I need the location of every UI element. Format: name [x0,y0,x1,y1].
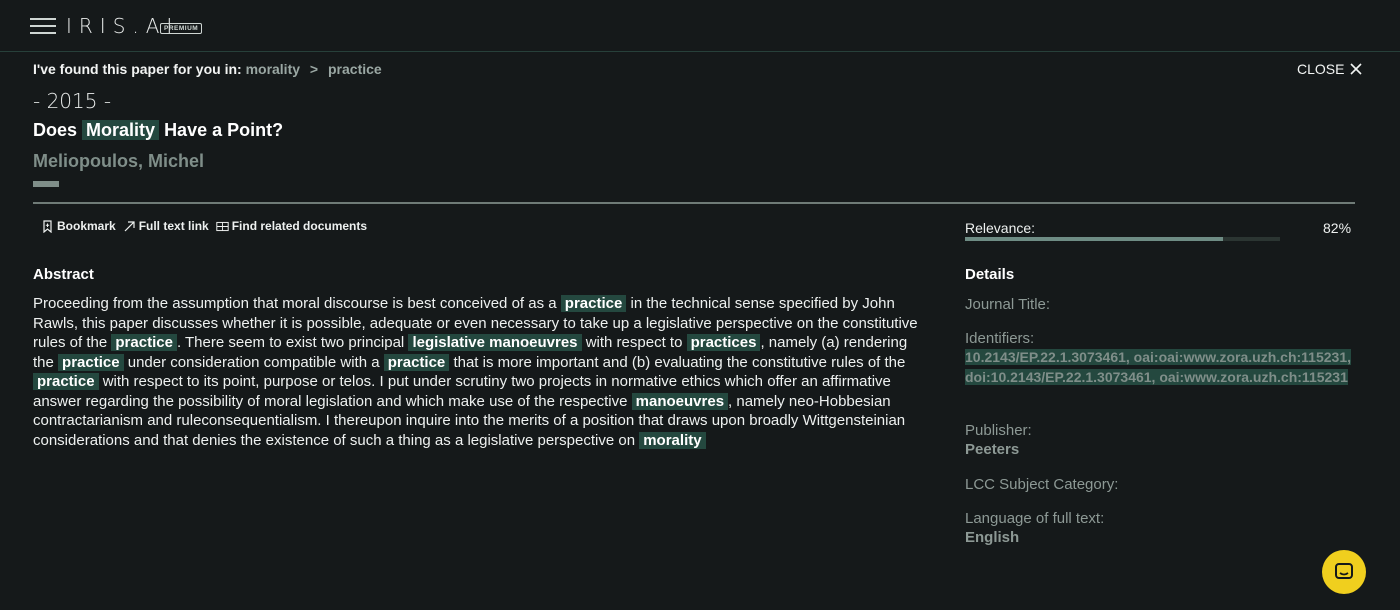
publisher-label: Publisher: [965,422,1032,439]
publisher-value: Peeters [965,441,1020,458]
breadcrumb-item-morality[interactable]: morality [246,61,300,77]
keyword-highlight: practice [58,353,124,371]
keyword-highlight: legislative manoeuvres [408,334,582,351]
full-text-link[interactable]: Full text link [123,219,209,233]
identifiers-label: Identifiers: [965,330,1035,347]
action-bar: Bookmark Full text link Find related doc… [41,219,367,233]
chat-button[interactable] [1322,550,1366,594]
abstract-segment: with respect to [581,334,687,351]
find-related-label: Find related documents [231,219,368,233]
menu-icon[interactable] [30,18,56,34]
identifiers-value: 10.2143/EP.22.1.3073461, oai:oai:www.zor… [965,349,1351,385]
title-highlight: Morality [82,120,160,140]
paper-title: Does Morality Have a Point? [33,120,284,140]
bookmark-button[interactable]: Bookmark [41,219,116,233]
keyword-highlight: practices [686,334,761,351]
keyword-highlight: practice [560,295,627,312]
bookmark-label: Bookmark [57,219,116,233]
author-underline [33,181,59,187]
breadcrumb-item-practice[interactable]: practice [328,61,382,77]
language-label: Language of full text: [965,510,1105,527]
breadcrumb-intro: I've found this paper for you in: [33,61,242,77]
chat-icon [1335,563,1353,579]
relevance-label: Relevance: [965,220,1036,236]
bookmark-icon [43,219,52,233]
relevance-bar [965,237,1280,241]
journal-title-label: Journal Title: [965,296,1051,313]
abstract-segment: under consideration compatible with a [123,353,384,371]
close-label: CLOSE [1297,61,1345,77]
close-icon [1350,63,1363,75]
breadcrumb: I've found this paper for you in: morali… [33,61,382,77]
details-heading: Details [965,266,1015,283]
relevance-value: 82% [1323,220,1352,236]
divider [33,202,1355,204]
language-value: English [965,529,1020,546]
abstract-segment: . There seem to exist two principal [176,334,409,351]
breadcrumb-separator: > [309,61,319,77]
keyword-highlight: practice [383,353,450,371]
top-bar: IRIS.AI PREMIUM [0,0,1400,52]
abstract-text: Proceeding from the assumption that mora… [33,294,918,450]
premium-badge: PREMIUM [160,23,203,34]
keyword-highlight: practice [33,373,99,390]
external-link-icon [124,220,135,231]
close-button[interactable]: CLOSE [1297,61,1363,77]
find-related-button[interactable]: Find related documents [216,219,367,233]
abstract-segment: Proceeding from the assumption that mora… [33,295,561,312]
keyword-highlight: practice [111,334,177,351]
keyword-highlight: manoeuvres [631,392,729,410]
publication-year: - 2015 - [33,89,112,113]
relevance-bar-fill [965,237,1224,241]
abstract-segment: that is more important and (b) evaluatin… [449,353,906,371]
keyword-highlight: morality [639,431,706,449]
related-docs-icon [216,221,229,231]
paper-author[interactable]: Meliopoulos, Michel [33,151,204,172]
full-text-label: Full text link [138,219,209,233]
abstract-heading: Abstract [33,266,94,283]
lcc-subject-label: LCC Subject Category: [965,476,1119,493]
